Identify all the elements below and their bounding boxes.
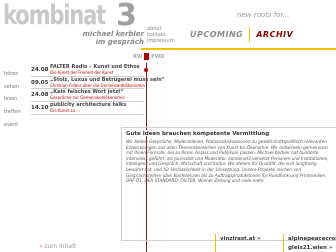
timeline-marker-icon bbox=[144, 53, 150, 60]
header-divider bbox=[141, 48, 336, 50]
event-subtitle: Die Kunst der Freiheit der Kunst bbox=[50, 70, 114, 75]
event-list: 24.08 FALTER Radio – Kunst und Ethos Die… bbox=[31, 64, 165, 115]
footer-divider bbox=[283, 234, 284, 252]
category-hoeren[interactable]: hören bbox=[4, 68, 28, 81]
logo[interactable]: kombinat 3 michael kerbler im gespräch bbox=[3, 0, 144, 48]
footer-divider bbox=[215, 234, 216, 252]
intro-title: Gute Ideen brauchen kompetente Vermittlu… bbox=[126, 131, 270, 137]
timeline-nav: RW FWD bbox=[133, 52, 177, 61]
event-subtitle: Die Kunst zu … bbox=[50, 108, 81, 114]
category-list: hören sehen lesen treffen event bbox=[4, 68, 28, 131]
timeline-line bbox=[146, 63, 147, 130]
partner-link-gleis21[interactable]: gleis21.wien » bbox=[288, 245, 333, 251]
category-event[interactable]: event bbox=[4, 119, 28, 132]
event-divider bbox=[31, 113, 144, 115]
category-treffen[interactable]: treffen bbox=[4, 106, 28, 119]
back-to-content-link[interactable]: ‹ zum Inhalt bbox=[40, 243, 76, 250]
event-date: 24.08 bbox=[31, 67, 49, 73]
event-item[interactable]: 24.08 FALTER Radio – Kunst und Ethos Die… bbox=[31, 64, 148, 77]
tagline: new roots for... bbox=[237, 11, 290, 19]
logo-text: kombinat bbox=[3, 0, 106, 31]
top-menu: about kontakt impressum bbox=[147, 26, 175, 44]
tab-bar: UPCOMING ARCHIV bbox=[184, 26, 299, 43]
logo-subtitle: michael kerbler im gespräch bbox=[3, 30, 144, 46]
logo-number: 3 bbox=[116, 0, 137, 33]
event-subtitle: Christian Felber über die Gemeinwohlökon… bbox=[50, 82, 145, 88]
intro-text: Wir bieten Gespräche, Moderationen, Podi… bbox=[126, 139, 329, 184]
partner-link-alpinepeacecrossing[interactable]: alpinepeacecrossing.org » bbox=[288, 236, 336, 242]
event-item[interactable]: 14.10 publicity architecture talks Die K… bbox=[31, 102, 144, 115]
subtitle-line-1: michael kerbler bbox=[82, 30, 144, 38]
category-lesen[interactable]: lesen bbox=[4, 93, 28, 106]
event-subtitle: Gespräche zur Gemeinwohlökonomie bbox=[50, 95, 125, 101]
category-sehen[interactable]: sehen bbox=[4, 81, 28, 94]
menu-item-impressum[interactable]: impressum bbox=[147, 38, 175, 44]
intro-panel: Gute Ideen brauchen kompetente Vermittlu… bbox=[121, 127, 336, 241]
tab-upcoming[interactable]: UPCOMING bbox=[184, 30, 249, 39]
subtitle-line-2: im gespräch bbox=[95, 38, 144, 46]
partner-link-vinzirast[interactable]: vinzirast.at » bbox=[220, 236, 261, 242]
event-date: 24.08 bbox=[31, 92, 49, 99]
arrow-left-icon: ‹ bbox=[40, 243, 43, 250]
event-dot-icon bbox=[144, 68, 148, 72]
rewind-button[interactable]: RW bbox=[133, 54, 142, 60]
event-date: 09.05 bbox=[31, 79, 49, 86]
event-item[interactable]: 24.08 „Kein falsches Wort jetzt“ Gespräc… bbox=[31, 89, 144, 103]
forward-button[interactable]: FWD bbox=[151, 54, 164, 60]
event-item[interactable]: 09.05 „Stolz, Luxus und Betrügerei muss … bbox=[31, 77, 165, 90]
event-date: 14.10 bbox=[31, 105, 49, 112]
tab-archiv[interactable]: ARCHIV bbox=[250, 30, 299, 39]
back-to-content-label: zum Inhalt bbox=[44, 243, 77, 250]
